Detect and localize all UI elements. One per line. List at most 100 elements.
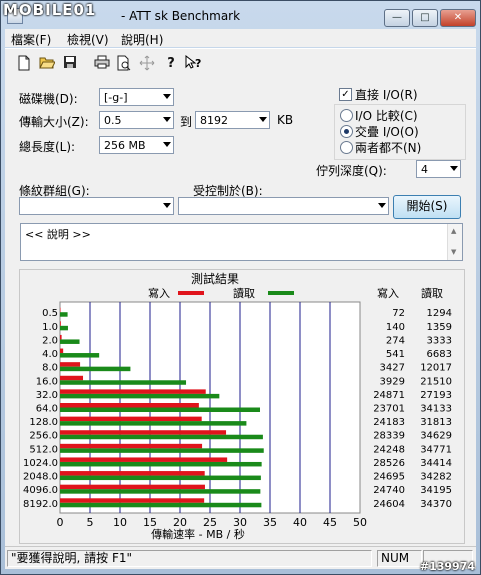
direct-io-label: 直接 I/O(R) (355, 88, 418, 102)
category-label: 2048.0 (23, 472, 58, 483)
chevron-down-icon (450, 166, 458, 171)
write-bar (60, 457, 228, 462)
status-bar: "要獲得說明, 請按 F1" NUM (5, 546, 476, 569)
move-icon[interactable] (138, 55, 156, 73)
open-icon[interactable] (38, 55, 56, 73)
category-label: 0.5 (42, 308, 58, 319)
category-label: 512.0 (29, 444, 58, 455)
write-bar (60, 471, 205, 476)
status-hint: "要獲得說明, 請按 F1" (7, 550, 372, 567)
status-num: NUM (377, 550, 422, 567)
x-tick-label: 0 (57, 516, 64, 529)
results-chart-frame: 測試結果 寫入 讀取 寫入 讀取 0 5 10 15 20 25 30 35 40 45 50 0.… (19, 269, 465, 544)
chevron-down-icon (259, 117, 267, 122)
read-bar (60, 312, 68, 317)
direct-io-checkbox[interactable]: ✓ (339, 88, 352, 101)
description-scrollbar[interactable]: ▲ ▼ (447, 224, 462, 260)
write-value-label: 24248 (373, 444, 405, 455)
controlled-by-select[interactable] (178, 197, 389, 215)
category-label: 128.0 (29, 417, 58, 428)
maximize-button[interactable]: □ (412, 9, 438, 27)
legend-read-swatch (268, 291, 294, 295)
read-bar (60, 366, 131, 372)
chevron-down-icon (163, 117, 171, 122)
chevron-down-icon (378, 203, 386, 208)
write-bar (60, 484, 205, 490)
print-preview-icon[interactable] (115, 55, 133, 73)
neither-radio[interactable] (340, 141, 353, 154)
queue-depth-select[interactable]: 4 (416, 160, 461, 178)
description-textbox[interactable]: << 說明 >> ▲ ▼ (20, 223, 463, 261)
overlapped-io-radio[interactable] (340, 125, 353, 138)
drive-select[interactable]: [-g-] (99, 88, 174, 106)
chevron-down-icon (163, 94, 171, 99)
io-compare-radio[interactable] (340, 109, 353, 122)
start-button[interactable]: 開始(S) (393, 195, 461, 219)
category-label: 8192.0 (23, 499, 58, 510)
menu-view[interactable]: 檢視(V) (67, 31, 109, 48)
new-icon[interactable] (15, 55, 33, 73)
write-value-label: 28339 (373, 431, 405, 442)
read-value-label: 6683 (427, 349, 452, 360)
read-value-label: 34370 (420, 499, 452, 510)
transfer-size-to-select[interactable]: 8192 (195, 111, 270, 129)
total-length-select[interactable]: 256 MB (99, 136, 174, 154)
transfer-size-label: 傳輸大小(Z): (19, 115, 89, 129)
stripe-group-select[interactable] (19, 197, 174, 215)
io-mode-group: I/O 比較(C) 交疊 I/O(O) 兩者都不(N) (334, 104, 466, 160)
neither-label: 兩者都不(N) (355, 141, 422, 155)
read-bar (60, 407, 260, 412)
x-tick-label: 35 (263, 516, 277, 529)
read-value-label: 3333 (427, 335, 452, 346)
chevron-down-icon (163, 142, 171, 147)
description-text: << 說明 >> (25, 228, 91, 241)
read-value-label: 34195 (420, 485, 452, 496)
print-icon[interactable] (93, 55, 111, 73)
category-label: 256.0 (29, 431, 58, 442)
category-label: 1024.0 (23, 458, 58, 469)
transfer-size-from-select[interactable]: 0.5 (99, 111, 174, 129)
read-bar (60, 353, 100, 358)
drive-label: 磁碟機(D): (19, 92, 78, 106)
minimize-button[interactable]: — (384, 9, 410, 27)
read-bar (60, 475, 261, 481)
help-icon[interactable]: ? (162, 55, 180, 73)
read-value-label: 34629 (420, 431, 452, 442)
svg-text:?: ? (195, 57, 201, 70)
menu-help[interactable]: 說明(H) (121, 31, 163, 48)
legend-write-swatch (178, 291, 204, 295)
write-value-label: 24183 (373, 417, 405, 428)
write-bar (60, 375, 84, 381)
menu-file[interactable]: 檔案(F) (11, 31, 51, 48)
scroll-up-icon[interactable]: ▲ (451, 227, 456, 235)
close-button[interactable]: ✕ (440, 9, 476, 27)
read-bar (60, 489, 261, 494)
io-compare-label: I/O 比較(C) (355, 109, 418, 123)
save-icon[interactable] (61, 55, 79, 73)
read-value-label: 27193 (420, 390, 452, 401)
write-value-label: 140 (386, 322, 405, 333)
read-value-label: 1359 (427, 322, 452, 333)
overlapped-io-label: 交疊 I/O(O) (355, 125, 419, 139)
write-value-label: 541 (386, 349, 405, 360)
category-label: 16.0 (36, 376, 58, 387)
queue-depth-label: 佇列深度(Q): (316, 164, 387, 178)
x-tick-label: 40 (293, 516, 307, 529)
context-help-icon[interactable]: ? (185, 54, 203, 73)
col-header-write: 寫入 (377, 286, 399, 300)
read-value-label: 1294 (427, 308, 452, 319)
title-bar[interactable]: MOBILE01 - ATT sk Benchmark — □ ✕ (1, 1, 480, 29)
read-bar (60, 393, 220, 399)
scroll-down-icon[interactable]: ▼ (451, 248, 456, 256)
legend-read-label: 讀取 (233, 286, 255, 300)
write-bar (60, 443, 203, 449)
write-bar (60, 334, 62, 340)
col-header-read: 讀取 (421, 286, 443, 300)
menu-bar: 檔案(F) 檢視(V) 說明(H) (5, 29, 476, 47)
write-bar (60, 348, 64, 354)
write-value-label: 23701 (373, 404, 405, 415)
read-bar (60, 448, 264, 453)
x-tick-label: 45 (323, 516, 337, 529)
settings-panel: 磁碟機(D): [-g-] 傳輸大小(Z): 0.5 到 8192 KB 總長度… (5, 79, 476, 546)
category-label: 64.0 (36, 404, 58, 415)
